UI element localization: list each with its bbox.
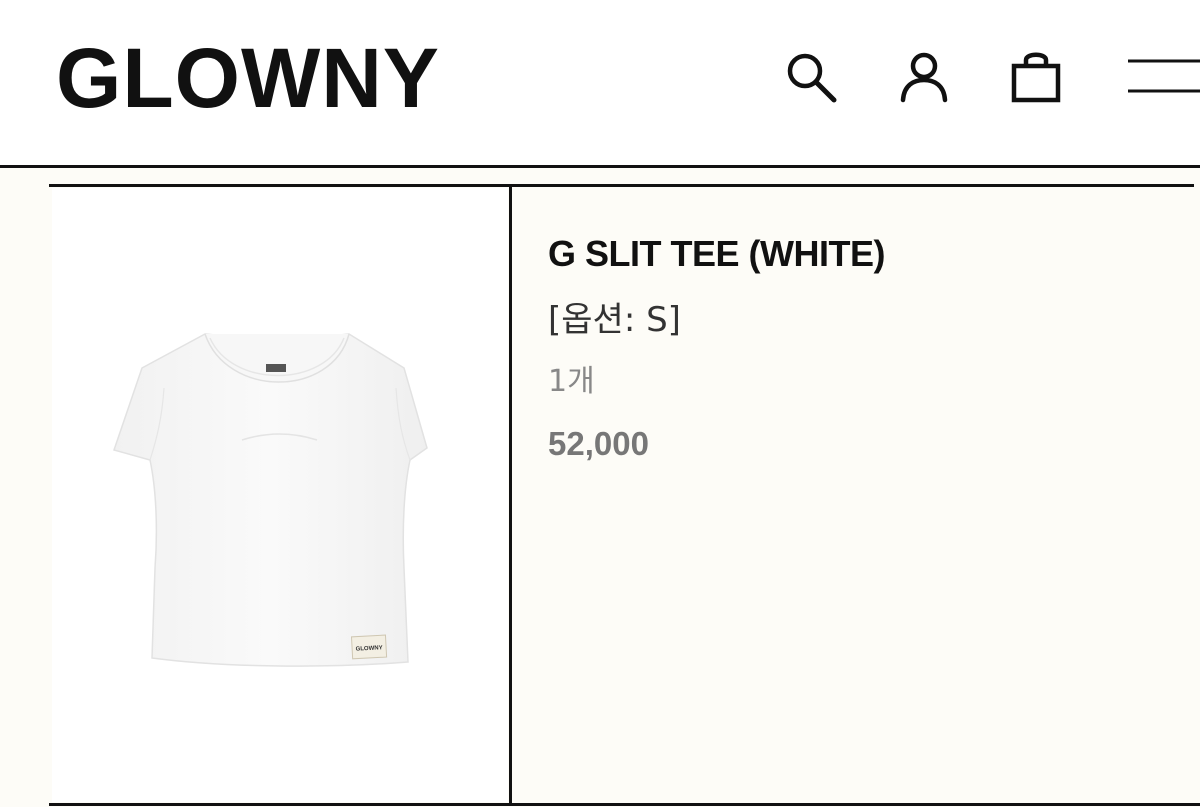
search-icon[interactable]	[778, 44, 842, 108]
product-price: 52,000	[548, 425, 649, 462]
table-bottom-border	[49, 803, 1200, 806]
user-icon[interactable]	[892, 44, 956, 108]
hamburger-menu-icon-graphic	[1128, 59, 1200, 93]
order-item-info: G SLIT TEE (WHITE) [옵션: S] 1개 52,000	[548, 232, 1168, 464]
product-quantity: 1개	[548, 364, 595, 399]
shopping-bag-icon[interactable]	[1004, 44, 1068, 108]
site-header: GLOWNY	[0, 0, 1200, 168]
brand-logo[interactable]: GLOWNY	[56, 30, 440, 126]
tee-shirt-image: GLOWNY	[113, 333, 428, 667]
shopping-bag-icon-graphic	[1011, 52, 1061, 103]
product-name[interactable]: G SLIT TEE (WHITE)	[548, 232, 1168, 276]
search-icon-graphic	[787, 53, 837, 103]
product-option: [옵션: S]	[548, 300, 681, 340]
user-icon-graphic	[900, 52, 948, 103]
hamburger-menu-icon[interactable]	[1122, 44, 1200, 108]
column-divider	[509, 186, 512, 804]
product-thumbnail[interactable]: GLOWNY	[52, 188, 508, 802]
table-top-border	[49, 184, 1194, 187]
